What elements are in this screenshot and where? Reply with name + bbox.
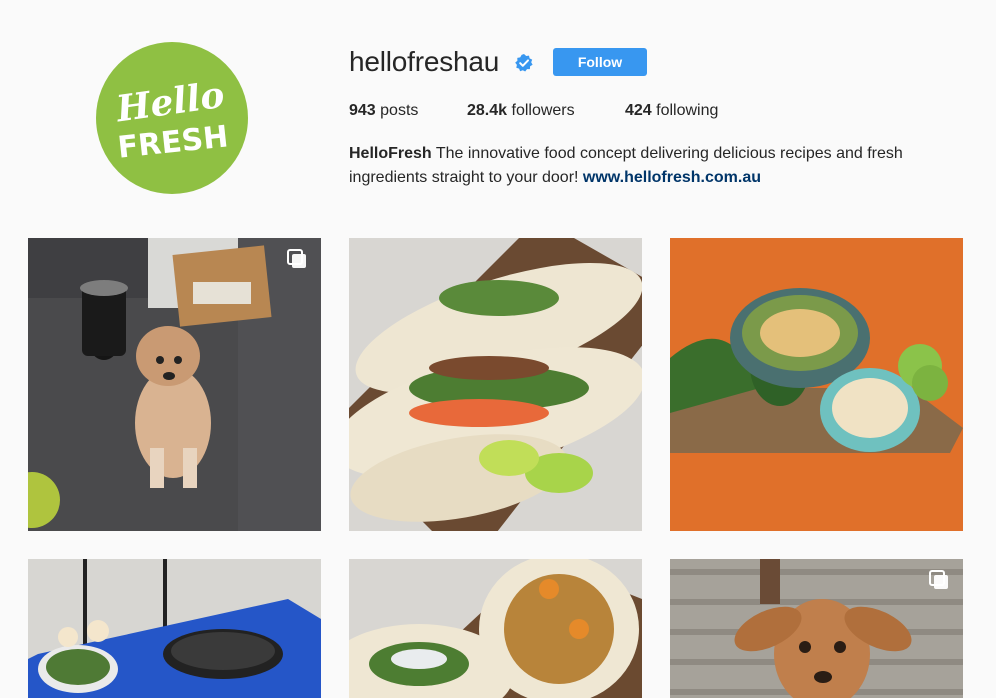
- post-thumbnail-kitchen[interactable]: [28, 559, 321, 698]
- profile-bio: HelloFresh The innovative food concept d…: [349, 142, 949, 190]
- post-thumbnail-chickpea-tacos[interactable]: [349, 559, 642, 698]
- posts-label: posts: [375, 102, 419, 119]
- posts-stat: 943 posts: [349, 101, 418, 121]
- profile-avatar[interactable]: Hello FRESH: [96, 42, 248, 194]
- profile-username: hellofreshau: [349, 46, 500, 77]
- following-stat[interactable]: 424 following: [625, 101, 718, 121]
- multiple-photos-icon: [929, 570, 948, 589]
- followers-stat[interactable]: 28.4k followers: [467, 101, 575, 121]
- multiple-photos-icon: [287, 249, 306, 268]
- followers-label: followers: [507, 102, 575, 119]
- post-thumbnail-dog[interactable]: [28, 238, 321, 531]
- post-thumbnail-puppy[interactable]: [670, 559, 963, 698]
- post-thumbnail-tacos[interactable]: [349, 238, 642, 531]
- follow-button[interactable]: Follow: [553, 48, 647, 76]
- bio-website-link[interactable]: www.hellofresh.com.au: [583, 169, 761, 186]
- posts-count: 943: [349, 102, 376, 119]
- following-label: following: [651, 102, 719, 119]
- post-thumbnail-salad-bowls[interactable]: [670, 238, 963, 531]
- bio-name: HelloFresh: [349, 145, 432, 162]
- followers-count: 28.4k: [467, 102, 508, 119]
- following-count: 424: [625, 102, 652, 119]
- verified-badge-icon: [515, 54, 533, 72]
- hellofresh-logo: Hello FRESH: [113, 74, 230, 166]
